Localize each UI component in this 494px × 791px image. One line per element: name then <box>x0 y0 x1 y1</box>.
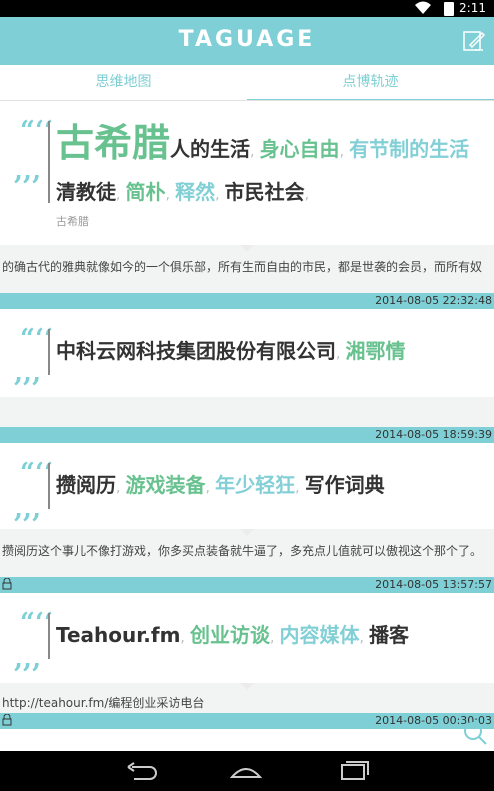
tag-item[interactable]: 释然 <box>175 180 215 204</box>
home-icon[interactable] <box>226 759 266 783</box>
post-card[interactable]: “‘‘,,, 中科云网科技集团股份有限公司, 湘鄂情 <box>0 309 494 404</box>
post-description: http://teahour.fm/编程创业采访电台 <box>2 696 205 710</box>
post-date: 2014-08-05 18:59:39 <box>375 428 492 441</box>
post-date: 2014-08-05 13:57:57 <box>375 578 492 591</box>
quote-bar <box>48 329 50 375</box>
lock-icon <box>2 578 12 590</box>
post-card-partial[interactable] <box>0 729 494 751</box>
divider-arrow <box>240 245 254 252</box>
search-icon[interactable] <box>462 720 488 746</box>
tag-list: 攒阅历, 游戏装备, 年少轻狂, 写作词典 <box>56 473 385 497</box>
app-title: TAGUAGE <box>178 27 316 52</box>
tab-mindmap-label: 思维地图 <box>95 74 152 90</box>
tag-item[interactable]: 湘鄂情 <box>346 339 406 363</box>
tag-item[interactable]: 中科云网科技集团股份有限公司 <box>56 339 336 363</box>
tag-item[interactable]: Teahour.fm <box>56 623 180 647</box>
tag-item[interactable]: 攒阅历 <box>56 473 116 497</box>
tab-mindmap[interactable]: 思维地图 <box>0 65 247 101</box>
post-feed[interactable]: “‘‘,,, 古希腊人的生活, 身心自由, 有节制的生活 清教徒, 简朴, 释然… <box>0 101 494 751</box>
post-spacer <box>0 397 494 427</box>
post-description: 的确古代的雅典就像如今的一个俱乐部，所有生而自由的市民，都是世袭的会员，而所有奴 <box>2 260 483 274</box>
date-band: 2014-08-05 13:57:57 <box>0 577 494 593</box>
tag-item[interactable]: 内容媒体 <box>280 623 360 647</box>
tag-item[interactable]: 年少轻狂 <box>215 473 295 497</box>
post-source: 古希腊 <box>56 215 89 228</box>
edit-icon[interactable] <box>462 29 486 53</box>
status-time: 2:11 <box>459 1 486 15</box>
quote-bar <box>48 463 50 509</box>
tag-item[interactable]: 有节制的生活 <box>349 137 469 161</box>
battery-icon <box>444 2 454 16</box>
wifi-icon <box>415 1 431 14</box>
quote-bar <box>48 121 50 203</box>
system-nav-bar <box>0 751 494 791</box>
status-bar: 2:11 <box>0 0 494 17</box>
back-icon[interactable] <box>120 759 160 783</box>
post-card[interactable]: “‘‘,,, Teahour.fm, 创业访谈, 内容媒体, 播客 <box>0 593 494 690</box>
post-card[interactable]: “‘‘,,, 古希腊人的生活, 身心自由, 有节制的生活 清教徒, 简朴, 释然… <box>0 101 494 252</box>
lock-icon <box>2 714 12 726</box>
tag-item[interactable]: 古希腊 <box>56 121 170 165</box>
tag-item[interactable]: 身心自由 <box>260 137 340 161</box>
date-band: 2014-08-05 18:59:39 <box>0 427 494 443</box>
tag-item[interactable]: 简朴 <box>126 180 166 204</box>
tag-list: 中科云网科技集团股份有限公司, 湘鄂情 <box>56 339 406 363</box>
tag-item[interactable]: 市民社会 <box>225 180 305 204</box>
divider-arrow <box>240 683 254 690</box>
recent-apps-icon[interactable] <box>334 759 374 783</box>
tag-item[interactable]: 创业访谈 <box>190 623 270 647</box>
post-description: 攒阅历这个事儿不像打游戏，你多买点装备就牛逼了，多充点儿值就可以傲视这个那个了。 <box>2 544 483 558</box>
tab-bar: 思维地图 点博轨迹 <box>0 65 494 101</box>
tag-item[interactable]: 人的生活 <box>170 137 250 161</box>
quote-icon: “‘‘,,, <box>14 324 54 388</box>
tab-trail-label: 点博轨迹 <box>342 74 399 90</box>
post-card[interactable]: “‘‘,,, 攒阅历, 游戏装备, 年少轻狂, 写作词典 <box>0 443 494 536</box>
tag-item[interactable]: 写作词典 <box>305 473 385 497</box>
post-date: 2014-08-05 22:32:48 <box>375 294 492 307</box>
date-band: 2014-08-05 22:32:48 <box>0 293 494 309</box>
app-bar: TAGUAGE <box>0 17 494 77</box>
date-band: 2014-08-05 00:30:03 <box>0 713 494 729</box>
tag-item[interactable]: 播客 <box>369 623 409 647</box>
tag-list: 古希腊人的生活, 身心自由, 有节制的生活 清教徒, 简朴, 释然, 市民社会, <box>56 121 470 204</box>
divider-arrow <box>240 529 254 536</box>
tag-item[interactable]: 清教徒 <box>56 180 116 204</box>
quote-icon: “‘‘,,, <box>14 458 54 524</box>
tag-item[interactable]: 游戏装备 <box>126 473 206 497</box>
quote-icon: “‘‘,,, <box>14 608 54 674</box>
quote-icon: “‘‘,,, <box>14 116 54 186</box>
tab-trail[interactable]: 点博轨迹 <box>247 65 494 101</box>
tag-list: Teahour.fm, 创业访谈, 内容媒体, 播客 <box>56 623 410 647</box>
quote-bar <box>48 613 50 659</box>
